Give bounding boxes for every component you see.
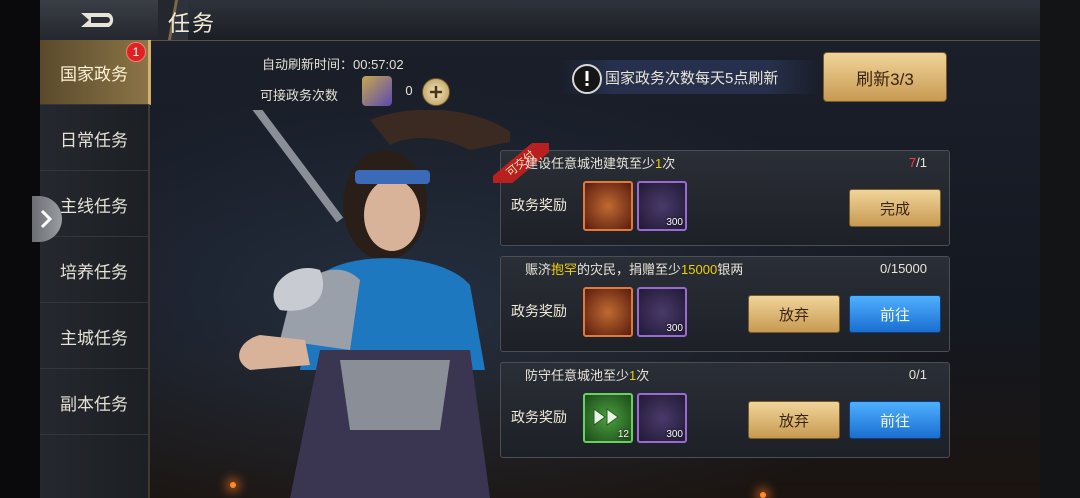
tab-city-tasks[interactable]: 主城任务 — [40, 304, 148, 369]
tab-daily-tasks[interactable]: 日常任务 — [40, 106, 148, 171]
tab-dungeon-tasks[interactable]: 副本任务 — [40, 370, 148, 435]
accept-count-label: 可接政务次数 — [260, 88, 339, 103]
task-category-sidebar: 国家政务 1 日常任务 主线任务 培养任务 主城任务 副本任务 — [40, 40, 151, 498]
reward-label: 政务奖励 — [511, 303, 567, 319]
add-count-button[interactable] — [422, 78, 450, 106]
abandon-button[interactable]: 放弃 — [748, 295, 840, 333]
hero-character-art — [239, 110, 510, 498]
complete-button[interactable]: 完成 — [849, 189, 941, 227]
reward-item-horn-icon[interactable] — [583, 181, 633, 231]
reward-item-fast-forward-icon[interactable]: 12 — [583, 393, 633, 443]
tab-label: 国家政务 — [60, 64, 128, 84]
ember-glow — [760, 492, 766, 498]
accept-count-value: 0 — [405, 83, 413, 98]
exclamation-icon — [572, 64, 602, 94]
go-button[interactable]: 前往 — [849, 295, 941, 333]
notification-badge: 1 — [126, 42, 146, 62]
tab-training-tasks[interactable]: 培养任务 — [40, 238, 148, 303]
tab-label: 副本任务 — [60, 394, 128, 414]
reward-label: 政务奖励 — [511, 197, 567, 213]
plus-icon — [430, 86, 442, 98]
task-title: 防守任意城池至少1次 — [525, 368, 650, 383]
task-title: 赈济抱罕的灾民，捐赠至少15000银两 — [525, 262, 744, 277]
fast-forward-icon — [593, 408, 619, 426]
tab-label: 培养任务 — [60, 262, 128, 282]
task-progress: 7/1 — [908, 155, 927, 170]
go-button[interactable]: 前往 — [849, 401, 941, 439]
task-card: 赈济抱罕的灾民，捐赠至少15000银两 0/15000 政务奖励 300 放弃 … — [500, 256, 950, 352]
reward-item-coin-icon[interactable]: 300 — [637, 287, 687, 337]
reward-item-coin-icon[interactable]: 300 — [637, 393, 687, 443]
affairs-token-icon — [362, 76, 392, 106]
tab-label: 主城任务 — [60, 328, 128, 348]
page-title: 任务 — [168, 11, 217, 36]
task-progress: 0/1 — [908, 367, 927, 382]
reward-item-coin-icon[interactable]: 300 — [637, 181, 687, 231]
task-card: 防守任意城池至少1次 0/1 政务奖励 12 300 放弃 前往 — [500, 362, 950, 458]
screen-right-edge — [1040, 0, 1080, 498]
back-button[interactable] — [40, 0, 162, 40]
reward-label: 政务奖励 — [511, 409, 567, 425]
tab-label: 主线任务 — [60, 196, 128, 216]
chevron-right-icon — [40, 209, 53, 229]
notice-text: 国家政务次数每天5点刷新 — [605, 70, 779, 87]
screen-left-edge — [0, 0, 40, 498]
reward-item-horn-icon[interactable] — [583, 287, 633, 337]
abandon-button[interactable]: 放弃 — [748, 401, 840, 439]
auto-refresh-timer: 自动刷新时间：00:57:02 — [262, 57, 404, 72]
tab-national-affairs[interactable]: 国家政务 1 — [40, 40, 151, 105]
tab-label: 日常任务 — [60, 130, 128, 150]
refresh-button[interactable]: 刷新3/3 — [823, 52, 947, 102]
task-card: 可交付 建设任意城池建筑至少1次 7/1 政务奖励 300 完成 — [493, 143, 950, 246]
task-title: 建设任意城池建筑至少1次 — [525, 156, 676, 171]
back-arrow-icon — [81, 13, 114, 27]
task-progress: 0/15000 — [880, 261, 927, 276]
